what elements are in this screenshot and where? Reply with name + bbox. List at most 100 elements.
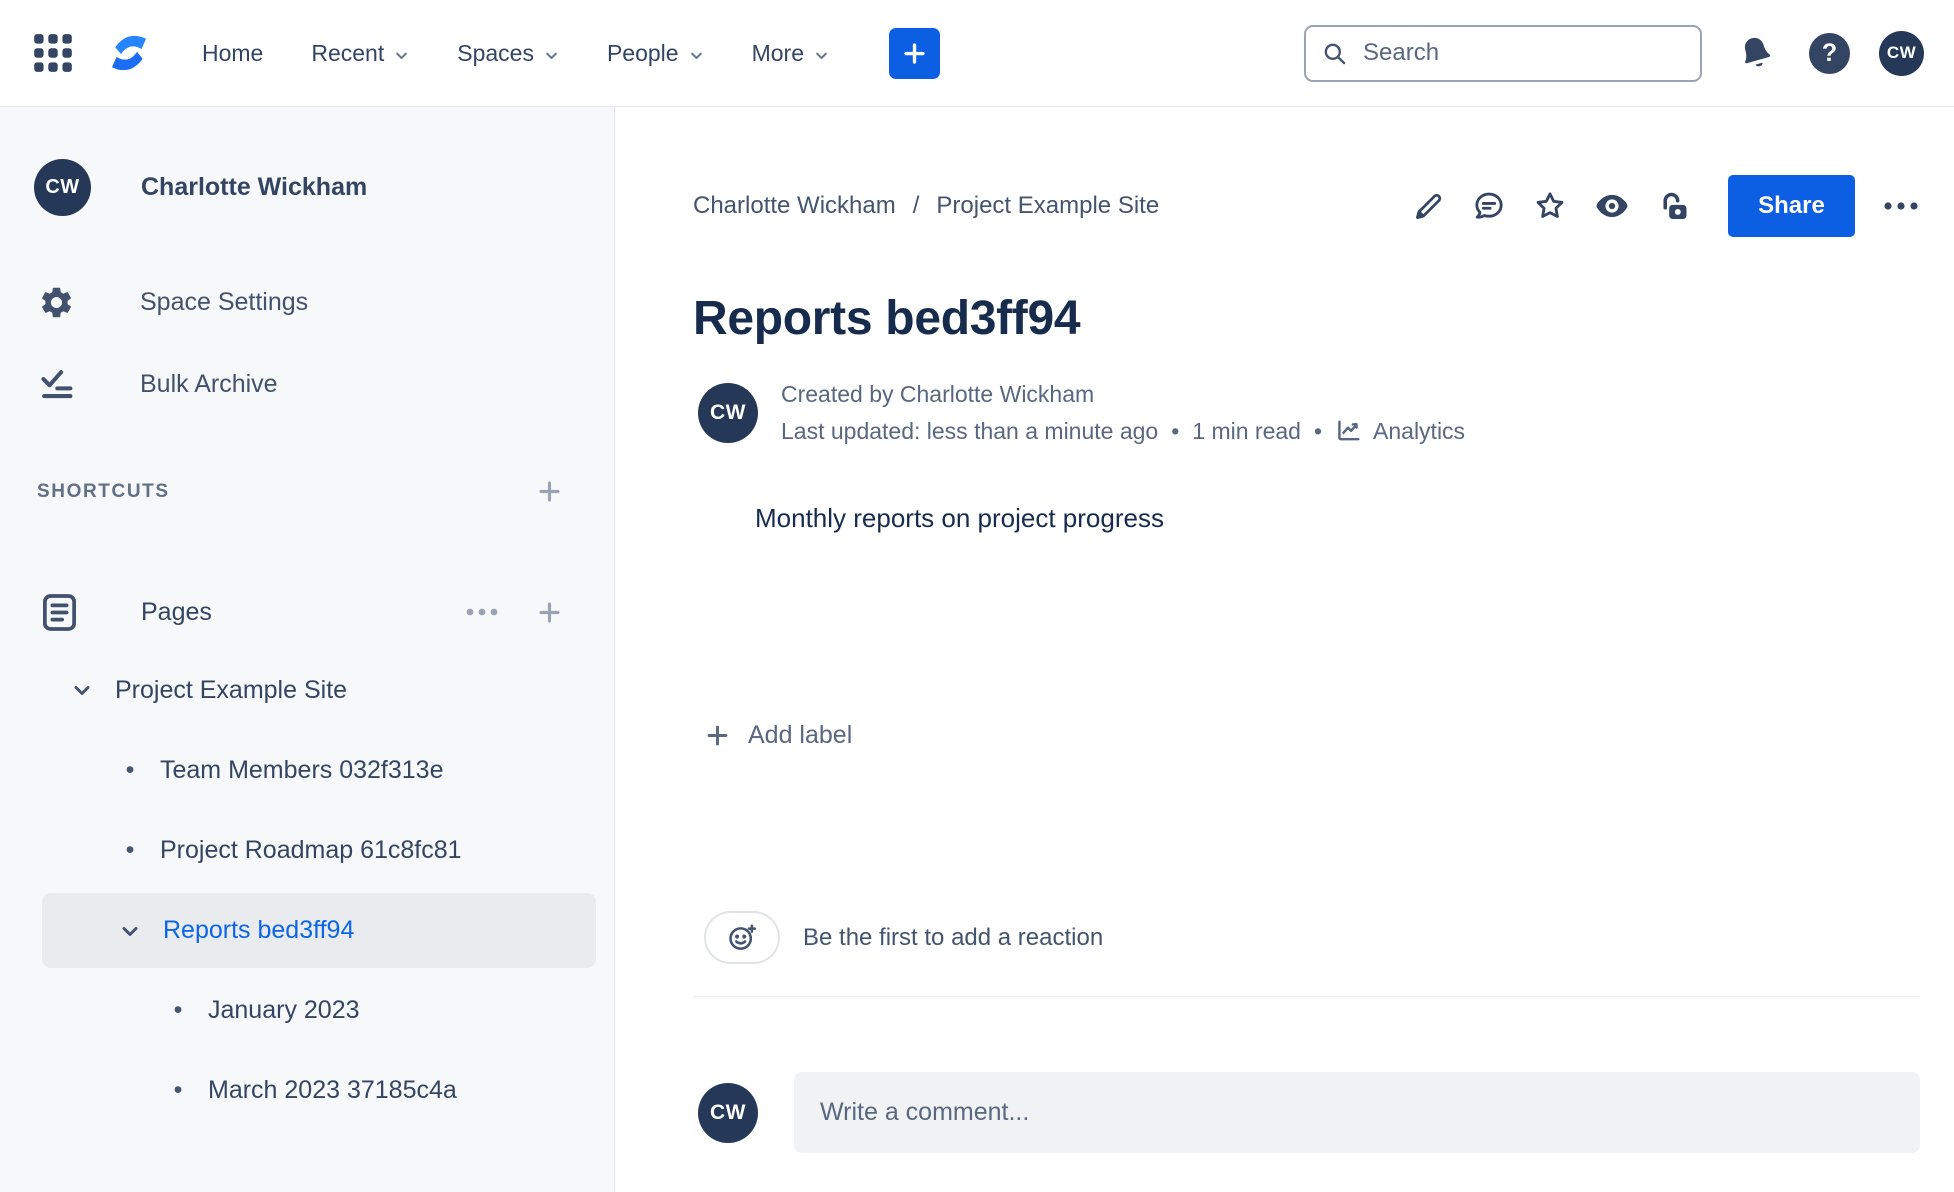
byline-meta-row: Last updated: less than a minute ago • 1… xyxy=(781,417,1465,445)
created-by-text: Created by Charlotte Wickham xyxy=(781,381,1095,407)
plus-icon xyxy=(901,40,928,67)
chevron-down-icon xyxy=(689,48,704,63)
topnav-right-cluster: ? CW xyxy=(1732,29,1924,77)
help-button[interactable]: ? xyxy=(1809,32,1850,74)
create-button[interactable] xyxy=(888,27,940,79)
nav-spaces-label: Spaces xyxy=(457,39,534,66)
page-tree-item-march-2023[interactable]: • March 2023 37185c4a xyxy=(0,1058,596,1122)
search-input[interactable] xyxy=(1361,38,1685,68)
breadcrumb-parent-page-link[interactable]: Project Example Site xyxy=(936,192,1159,220)
ellipsis-icon xyxy=(1882,201,1920,211)
app-switcher-button[interactable] xyxy=(30,30,76,76)
sidebar-item-label: Space Settings xyxy=(140,287,309,316)
nav-spaces[interactable]: Spaces xyxy=(457,40,559,67)
nav-home[interactable]: Home xyxy=(202,40,263,67)
read-time-text: 1 min read xyxy=(1192,417,1301,444)
page-tree-item-team-members[interactable]: • Team Members 032f313e xyxy=(0,738,596,802)
user-avatar[interactable]: CW xyxy=(1879,30,1924,76)
comment-input[interactable] xyxy=(818,1097,1896,1128)
share-button[interactable]: Share xyxy=(1728,175,1855,237)
space-header[interactable]: CW Charlotte Wickham xyxy=(34,159,367,216)
comments-button[interactable] xyxy=(1472,189,1506,223)
page-title: Reports bed3ff94 xyxy=(693,292,1081,346)
space-name: Charlotte Wickham xyxy=(141,173,368,201)
nav-recent[interactable]: Recent xyxy=(311,40,409,67)
nav-home-label: Home xyxy=(202,39,264,66)
add-label-button[interactable]: Add label xyxy=(704,721,852,750)
reactions-section: Be the first to add a reaction xyxy=(704,911,1103,964)
bullet-icon: • xyxy=(125,755,135,784)
ellipsis-icon xyxy=(465,607,499,617)
pages-icon xyxy=(37,590,82,635)
nav-more[interactable]: More xyxy=(752,40,829,67)
primary-nav: Home Recent Spaces People More xyxy=(202,40,829,67)
page-tree-item-january-2023[interactable]: • January 2023 xyxy=(0,978,596,1042)
page-tree-item-label: March 2023 37185c4a xyxy=(208,1075,457,1104)
confluence-logo-icon xyxy=(104,28,154,78)
nav-people[interactable]: People xyxy=(607,40,704,67)
sidebar-item-bulk-archive[interactable]: Bulk Archive xyxy=(34,356,580,412)
page-body-text: Monthly reports on project progress xyxy=(755,503,1164,533)
page-tree-item-label: Reports bed3ff94 xyxy=(163,916,355,944)
page-actions-toolbar: Share xyxy=(1412,175,1920,237)
confluence-logo[interactable] xyxy=(104,28,154,78)
breadcrumb-separator: / xyxy=(912,192,920,219)
grid-icon xyxy=(33,33,73,73)
help-icon: ? xyxy=(1809,32,1850,74)
shortcuts-header-label: SHORTCUTS xyxy=(37,480,170,502)
page-tree-item-project-example-site[interactable]: Project Example Site xyxy=(0,658,596,722)
bullet-icon: • xyxy=(125,835,135,864)
smiley-add-icon xyxy=(726,922,758,954)
search-box[interactable] xyxy=(1304,24,1702,82)
search-icon xyxy=(1321,40,1348,67)
nav-people-label: People xyxy=(606,39,679,66)
byline-text: Created by Charlotte Wickham Last update… xyxy=(781,381,1465,445)
notifications-button[interactable] xyxy=(1732,29,1780,77)
plus-icon xyxy=(535,477,564,506)
bullet-icon: • xyxy=(173,1075,183,1104)
chevron-down-icon[interactable] xyxy=(64,678,100,702)
page-tree-item-label: Project Roadmap 61c8fc81 xyxy=(160,835,462,864)
comment-input-box[interactable] xyxy=(794,1072,1920,1153)
pages-section-header[interactable]: Pages xyxy=(37,585,564,639)
pages-overflow-button[interactable] xyxy=(465,607,499,617)
add-reaction-button[interactable] xyxy=(704,911,780,964)
add-label-text: Add label xyxy=(748,721,853,749)
comment-composer: CW xyxy=(698,1072,1920,1153)
sidebar-item-label: Bulk Archive xyxy=(140,369,278,398)
chevron-down-icon xyxy=(394,48,409,63)
chevron-down-icon[interactable] xyxy=(112,919,148,943)
comment-bubble-icon xyxy=(1472,189,1506,223)
breadcrumb: Charlotte Wickham / Project Example Site xyxy=(693,192,1159,220)
more-actions-button[interactable] xyxy=(1882,201,1920,211)
shortcuts-section-header: SHORTCUTS xyxy=(37,477,564,506)
star-button[interactable] xyxy=(1533,189,1567,223)
watch-button[interactable] xyxy=(1594,188,1630,224)
restrictions-button[interactable] xyxy=(1657,189,1691,223)
dot-separator: • xyxy=(1313,417,1323,444)
gear-icon xyxy=(34,284,78,321)
pages-label: Pages xyxy=(141,597,212,626)
page-header-row: Charlotte Wickham / Project Example Site xyxy=(693,175,1920,237)
sidebar-item-space-settings[interactable]: Space Settings xyxy=(34,274,580,330)
reaction-prompt-text: Be the first to add a reaction xyxy=(803,923,1104,951)
add-page-button[interactable] xyxy=(535,598,564,627)
plus-icon xyxy=(535,598,564,627)
edit-button[interactable] xyxy=(1412,190,1445,223)
page-tree-item-reports-selected[interactable]: Reports bed3ff94 xyxy=(42,893,596,968)
author-avatar[interactable]: CW xyxy=(698,383,758,443)
page-content: Charlotte Wickham / Project Example Site xyxy=(616,107,1954,1192)
analytics-link[interactable]: Analytics xyxy=(1335,417,1465,445)
page-tree-item-project-roadmap[interactable]: • Project Roadmap 61c8fc81 xyxy=(0,818,596,882)
space-sidebar: CW Charlotte Wickham Space Settings Bulk… xyxy=(0,107,615,1192)
chevron-down-icon xyxy=(814,48,829,63)
dot-separator: • xyxy=(1171,417,1180,444)
chevron-down-icon xyxy=(544,48,559,63)
page-tree-item-label: Project Example Site xyxy=(115,675,348,704)
bullet-icon: • xyxy=(173,995,183,1024)
analytics-label: Analytics xyxy=(1373,417,1466,444)
breadcrumb-space-link[interactable]: Charlotte Wickham xyxy=(693,192,896,220)
commenter-avatar: CW xyxy=(698,1082,758,1143)
add-shortcut-button[interactable] xyxy=(535,477,564,506)
byline: CW Created by Charlotte Wickham Last upd… xyxy=(698,381,1465,445)
